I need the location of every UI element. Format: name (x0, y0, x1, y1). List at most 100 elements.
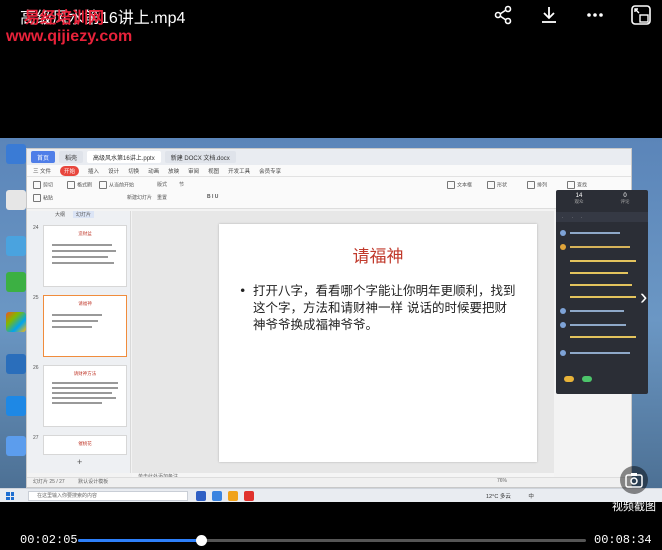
play-icon (99, 181, 107, 189)
menu-transition[interactable]: 切换 (128, 167, 139, 175)
zoom-level[interactable]: 76% (497, 478, 507, 484)
ribbon-cut[interactable]: 剪切 (33, 181, 53, 189)
menu-design[interactable]: 设计 (108, 167, 119, 175)
tab-outline[interactable]: 大纲 (55, 211, 65, 218)
chat-message (570, 352, 630, 354)
system-tray: 12°C 多云 中 (486, 492, 534, 500)
tab-pptx[interactable]: 高级风水第16讲上.pptx (87, 151, 161, 163)
thumb-number: 25 (33, 295, 39, 301)
edge-browser-icon (6, 396, 26, 416)
menu-view[interactable]: 视图 (208, 167, 219, 175)
ribbon-textbox[interactable]: 文本框 (447, 181, 472, 189)
ribbon-layout[interactable]: 版式 (157, 181, 167, 188)
current-slide[interactable]: 请福神 打开八字，看看哪个字能让你明年更顺利，找到这个字，方法和请财神一样 说话… (219, 224, 537, 462)
slide-canvas: 请福神 打开八字，看看哪个字能让你明年更顺利，找到这个字，方法和请财神一样 说话… (132, 211, 554, 473)
live-chat-panel: 14 观众 0 评论 · · · (556, 190, 648, 394)
thumb-number: 27 (33, 435, 39, 441)
taskbar-search-input[interactable]: 在这里输入你要搜索的内容 (28, 491, 188, 501)
ribbon-find[interactable]: 查找 (567, 181, 587, 189)
windows-taskbar: 在这里输入你要搜索的内容 12°C 多云 中 (0, 488, 662, 502)
watermark-url: www.qijiezy.com (6, 28, 133, 45)
menu-developer[interactable]: 开发工具 (228, 167, 250, 175)
folder-icon[interactable] (228, 491, 238, 501)
tab-docx[interactable]: 新建 DOCX 文档.docx (164, 151, 236, 163)
slide-thumbnail[interactable]: 请财神方法 (43, 365, 127, 427)
edge-icon (6, 354, 26, 374)
slide-body: 打开八字，看看哪个字能让你明年更顺利，找到这个字，方法和请财神一样 说话的时候要… (239, 282, 517, 333)
avatar (560, 350, 566, 356)
menu-member[interactable]: 会员专享 (259, 167, 281, 175)
avatar (560, 322, 566, 328)
thumb-title: 催桃花 (78, 441, 92, 446)
tab-docer[interactable]: 稻壳 (59, 151, 84, 163)
tab-slides[interactable]: 幻灯片 (73, 211, 95, 218)
recycle-bin-icon (6, 190, 26, 210)
ribbon-arrange[interactable]: 排列 (527, 181, 547, 189)
search-icon (567, 181, 575, 189)
menu-review[interactable]: 审阅 (188, 167, 199, 175)
ribbon-new-slide[interactable]: 新建幻灯片 (127, 194, 152, 201)
like-icon[interactable] (582, 376, 592, 382)
player-top-bar: 高级风水第16讲上.mp4 易经培训网 (0, 0, 662, 30)
tab-home[interactable]: 首页 (31, 151, 56, 163)
thumb-title: 造财盆 (78, 231, 92, 236)
slide-thumbnail[interactable]: 催桃花 (43, 435, 127, 455)
menu-animation[interactable]: 动画 (148, 167, 159, 175)
gift-icon[interactable] (564, 376, 574, 382)
more-icon[interactable] (582, 2, 608, 28)
chat-message (570, 284, 632, 286)
slide-count: 幻灯片 25 / 27 (33, 479, 65, 485)
progress-handle[interactable] (196, 535, 208, 546)
total-time: 00:08:34 (594, 533, 652, 547)
shapes-icon (487, 181, 495, 189)
chevron-right-icon[interactable]: › (640, 284, 647, 310)
scissors-icon (33, 181, 41, 189)
taskview-icon[interactable] (196, 491, 206, 501)
chat-message (570, 246, 630, 248)
video-frame[interactable]: 首页 稻壳 高级风水第16讲上.pptx 新建 DOCX 文档.docx 三 文… (0, 138, 662, 502)
ribbon-reset[interactable]: 重置 (157, 194, 167, 201)
computer-icon (6, 144, 26, 164)
chat-message (570, 260, 636, 262)
pip-icon[interactable] (628, 2, 654, 28)
share-icon[interactable] (490, 2, 516, 28)
add-slide-icon[interactable]: + (77, 457, 82, 467)
thumb-number: 24 (33, 225, 39, 231)
chat-message (570, 296, 636, 298)
weather-label: 12°C 多云 (486, 494, 511, 500)
video-screenshot-button[interactable]: 视频截图 (610, 466, 658, 516)
download-icon[interactable] (536, 2, 562, 28)
thumb-number: 26 (33, 365, 39, 371)
avatar (560, 230, 566, 236)
theme-name: 默认设计模板 (78, 479, 109, 485)
screenshot-label: 视频截图 (612, 501, 656, 513)
progress-fill (78, 539, 202, 542)
wps-ribbon: 剪切 粘贴 格式刷 从当前开始 新建幻灯片 版式 重置 节 B I U 文本框 … (27, 177, 631, 209)
ribbon-format-painter[interactable]: 格式刷 (67, 181, 92, 189)
slide-thumbnail-active[interactable]: 请福神 (43, 295, 127, 357)
menu-start[interactable]: 开始 (60, 165, 80, 176)
progress-bar[interactable] (78, 535, 586, 546)
menu-insert[interactable]: 插入 (88, 167, 99, 175)
slide-title: 请福神 (352, 247, 404, 267)
avatar (560, 308, 566, 314)
slide-thumbnails-panel: 大纲 幻灯片 24 造财盆 25 请福神 26 请财神方法 27 催桃花 + (27, 211, 131, 473)
slide-thumbnail[interactable]: 造财盆 (43, 225, 127, 287)
ribbon-font-style[interactable]: B I U (207, 194, 218, 200)
chat-message (570, 324, 626, 326)
wps-menu-bar: 三 文件 开始 插入 设计 切换 动画 放映 审阅 视图 开发工具 会员专享 (27, 165, 631, 177)
menu-slideshow[interactable]: 放映 (168, 167, 179, 175)
ribbon-shapes[interactable]: 形状 (487, 181, 507, 189)
player-controls: 00:02:05 00:08:34 (0, 528, 662, 550)
windows-start-icon[interactable] (6, 492, 14, 500)
ribbon-paste[interactable]: 粘贴 (33, 194, 53, 202)
ime-indicator[interactable]: 中 (528, 494, 534, 500)
ribbon-play-current[interactable]: 从当前开始 (99, 181, 134, 189)
ribbon-section[interactable]: 节 (179, 181, 184, 188)
menu-file[interactable]: 三 文件 (33, 167, 51, 175)
browser-icon[interactable] (212, 491, 222, 501)
thumb-title: 请财神方法 (73, 371, 97, 376)
wps-icon[interactable] (244, 491, 254, 501)
watermark-text: 易经培训网 (24, 10, 105, 27)
wps-status-bar: 幻灯片 25 / 27 默认设计模板 76% (27, 477, 631, 487)
